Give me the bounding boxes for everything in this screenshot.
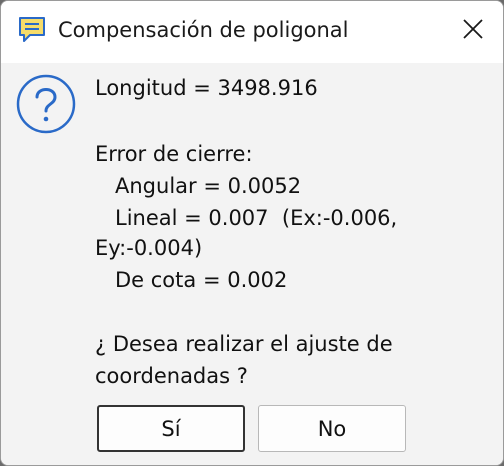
dialog-content: Longitud = 3498.916 Error de cierre: Ang…: [1, 63, 503, 465]
no-button[interactable]: No: [258, 405, 406, 452]
error-heading: Error de cierre:: [95, 142, 253, 166]
question-line-2: coordenadas ?: [95, 364, 248, 388]
comment-lines-icon: [17, 15, 47, 45]
yes-button[interactable]: Sí: [97, 405, 245, 452]
title-bar[interactable]: Compensación de poligonal: [1, 1, 503, 63]
lineal-error-cont: Ey:-0.004): [95, 236, 203, 260]
close-icon: [462, 18, 484, 44]
lineal-error: Lineal = 0.007 (Ex:-0.006,: [115, 206, 398, 230]
cota-error: De cota = 0.002: [115, 268, 288, 292]
angular-error: Angular = 0.0052: [115, 174, 302, 198]
dialog-window: Compensación de poligonal Longitud = 349…: [0, 0, 504, 466]
question-circle-icon: [15, 73, 77, 135]
window-title: Compensación de poligonal: [58, 18, 349, 42]
question-line-1: ¿ Desea realizar el ajuste de: [95, 332, 393, 356]
longitud-text: Longitud = 3498.916: [95, 76, 318, 100]
close-button[interactable]: [455, 13, 491, 49]
